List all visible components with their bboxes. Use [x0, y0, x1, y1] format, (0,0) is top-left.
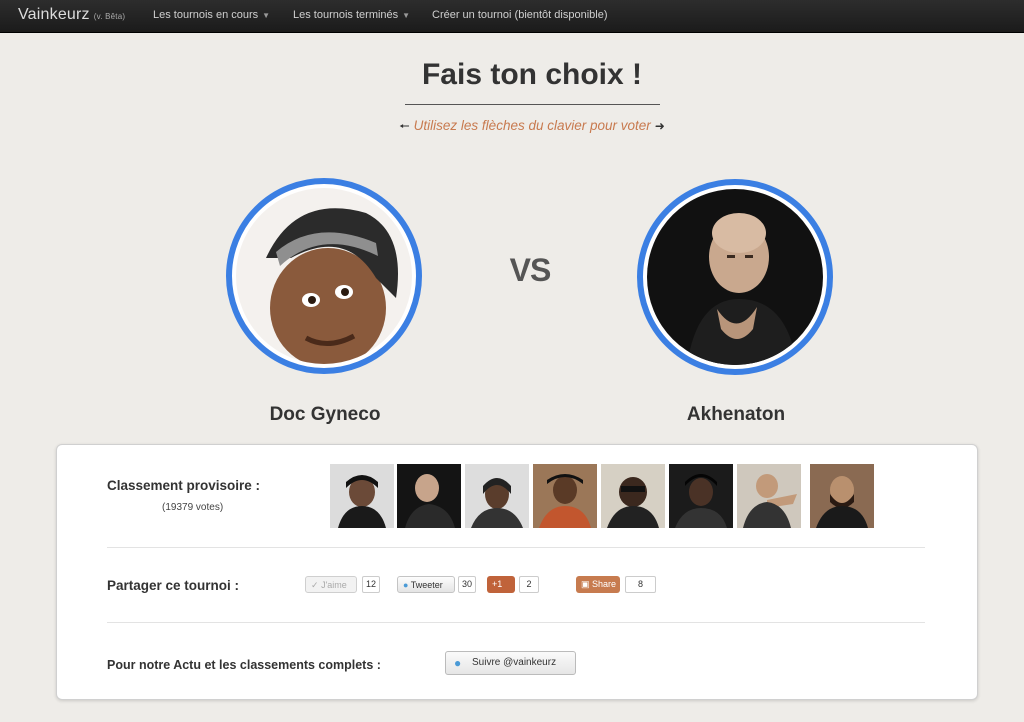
nav-creer-tournoi[interactable]: Créer un tournoi (bientôt disponible) [432, 9, 608, 21]
page-subtitle: 🠔 Utilisez les flèches du clavier pour vo… [0, 117, 1024, 138]
share-label-text: Share [592, 579, 617, 589]
thumbs-up-icon: ✓ [311, 580, 319, 590]
brand-beta-note: (v. Bêta) [93, 12, 126, 21]
share-label: Partager ce tournoi : [107, 578, 240, 593]
share-icon: ▣ [581, 579, 590, 589]
contender-left-name[interactable]: Doc Gyneco [225, 404, 425, 426]
twitter-bird-icon: ● [454, 656, 462, 670]
results-panel: Classement provisoire : (19379 votes) Pa… [56, 444, 978, 700]
brand-name: Vainkeurz [18, 6, 90, 23]
akhenaton-portrait [647, 189, 823, 365]
ranking-thumbnail-2[interactable] [397, 464, 461, 528]
tweet-button[interactable]: ● Tweeter [397, 576, 455, 593]
contender-right-photo[interactable] [637, 179, 833, 375]
title-underline [405, 104, 660, 105]
share-button[interactable]: ▣ Share [576, 576, 620, 593]
nav-tournois-termines[interactable]: Les tournois terminés ▼ [293, 9, 410, 21]
like-count: 12 [362, 576, 380, 593]
nav-tournois-en-cours[interactable]: Les tournois en cours ▼ [153, 9, 270, 21]
contender-right-name[interactable]: Akhenaton [636, 404, 836, 426]
divider [107, 622, 925, 623]
ranking-label: Classement provisoire : [107, 478, 261, 493]
arrow-right-icon: ➜ [654, 119, 665, 133]
tweet-count: 30 [458, 576, 476, 593]
ranking-thumbnail-4[interactable] [533, 464, 597, 528]
ranking-thumbnail-1[interactable] [330, 464, 394, 528]
page-title: Fais ton choix ! [421, 58, 643, 91]
top-navbar: Vainkeurz (v. Bêta) Les tournois en cours… [0, 0, 1024, 33]
ranking-thumbnail-6[interactable] [669, 464, 733, 528]
follow-label: Pour notre Actu et les classements compl… [107, 658, 381, 672]
gplus-button[interactable]: +1 [487, 576, 515, 593]
brand-logo[interactable]: Vainkeurz (v. Bêta) [18, 6, 125, 24]
gplus-count: 2 [519, 576, 539, 593]
versus-label: VS [509, 252, 552, 288]
twitter-bird-icon: ● [403, 580, 409, 590]
ranking-thumbnail-5[interactable] [601, 464, 665, 528]
arrow-left-icon: 🠔 [399, 119, 410, 133]
doc-gyneco-portrait [236, 188, 412, 364]
subtitle-text: Utilisez les flèches du clavier pour vot… [413, 118, 651, 133]
follow-twitter-button[interactable]: ● Suivre @vainkeurz [445, 651, 576, 675]
share-count: 8 [625, 576, 656, 593]
caret-down-icon: ▼ [262, 11, 271, 20]
gplus-label: +1 [492, 579, 503, 589]
follow-button-label: Suivre @vainkeurz [472, 657, 557, 668]
nav-label: Les tournois terminés [293, 9, 399, 21]
ranking-thumbnail-3[interactable] [465, 464, 529, 528]
votes-count: (19379 votes) [162, 502, 224, 513]
ranking-thumbnail-7[interactable] [737, 464, 801, 528]
nav-label: Les tournois en cours [153, 9, 259, 21]
nav-label: Créer un tournoi (bientôt disponible) [432, 9, 608, 21]
facebook-like-button[interactable]: ✓ J'aime [305, 576, 357, 593]
contender-left-photo[interactable] [226, 178, 422, 374]
tweet-label: Tweeter [410, 580, 443, 590]
caret-down-icon: ▼ [402, 11, 411, 20]
ranking-thumbnail-8[interactable] [810, 464, 874, 528]
like-label: J'aime [321, 580, 347, 590]
divider [107, 547, 925, 548]
